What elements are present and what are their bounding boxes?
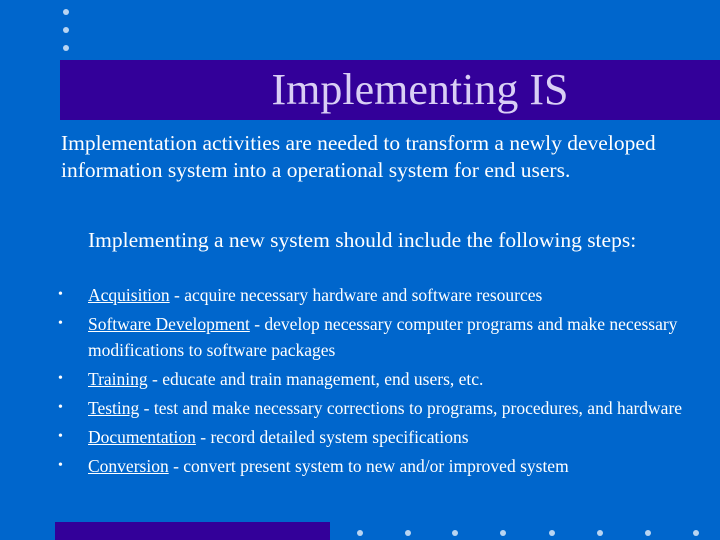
decor-dot xyxy=(452,530,458,536)
title-band: Implementing IS xyxy=(60,60,720,120)
list-item: • Testing - test and make necessary corre… xyxy=(58,395,698,421)
bullet-icon: • xyxy=(58,458,63,473)
step-term: Training xyxy=(88,369,148,389)
step-term: Software Development xyxy=(88,314,250,334)
decor-dot xyxy=(357,530,363,536)
intro-paragraph: Implementation activities are needed to … xyxy=(61,131,656,182)
step-desc: - convert present system to new and/or i… xyxy=(168,456,569,476)
step-desc: - record detailed system specifications xyxy=(195,427,469,447)
decor-dot xyxy=(63,27,69,33)
step-term: Documentation xyxy=(88,427,196,447)
list-item: • Documentation - record detailed system … xyxy=(58,424,698,450)
decor-dot xyxy=(597,530,603,536)
step-desc: - educate and train management, end user… xyxy=(147,369,484,389)
list-item: • Software Development - develop necessar… xyxy=(58,311,698,363)
list-item: • Conversion - convert present system to … xyxy=(58,453,698,479)
step-desc: - acquire necessary hardware and softwar… xyxy=(169,285,543,305)
bullet-icon: • xyxy=(58,429,63,444)
decor-dot xyxy=(500,530,506,536)
bullet-icon: • xyxy=(58,371,63,386)
decor-dot xyxy=(645,530,651,536)
decor-dot xyxy=(63,9,69,15)
steps-list: • Acquisition - acquire necessary hardwar… xyxy=(58,282,698,482)
list-item: • Acquisition - acquire necessary hardwar… xyxy=(58,282,698,308)
decor-dot xyxy=(693,530,699,536)
bullet-icon: • xyxy=(58,287,63,302)
step-desc: - test and make necessary corrections to… xyxy=(139,398,683,418)
step-term: Conversion xyxy=(88,456,169,476)
bullet-icon: • xyxy=(58,316,63,331)
step-term: Testing xyxy=(88,398,140,418)
slide-title: Implementing IS xyxy=(271,65,569,114)
decor-dot xyxy=(549,530,555,536)
footer-band xyxy=(55,522,330,540)
list-item: • Training - educate and train management… xyxy=(58,366,698,392)
decor-dot xyxy=(63,45,69,51)
decor-dot xyxy=(405,530,411,536)
step-term: Acquisition xyxy=(88,285,170,305)
bullet-icon: • xyxy=(58,400,63,415)
steps-heading: Implementing a new system should include… xyxy=(88,228,637,252)
